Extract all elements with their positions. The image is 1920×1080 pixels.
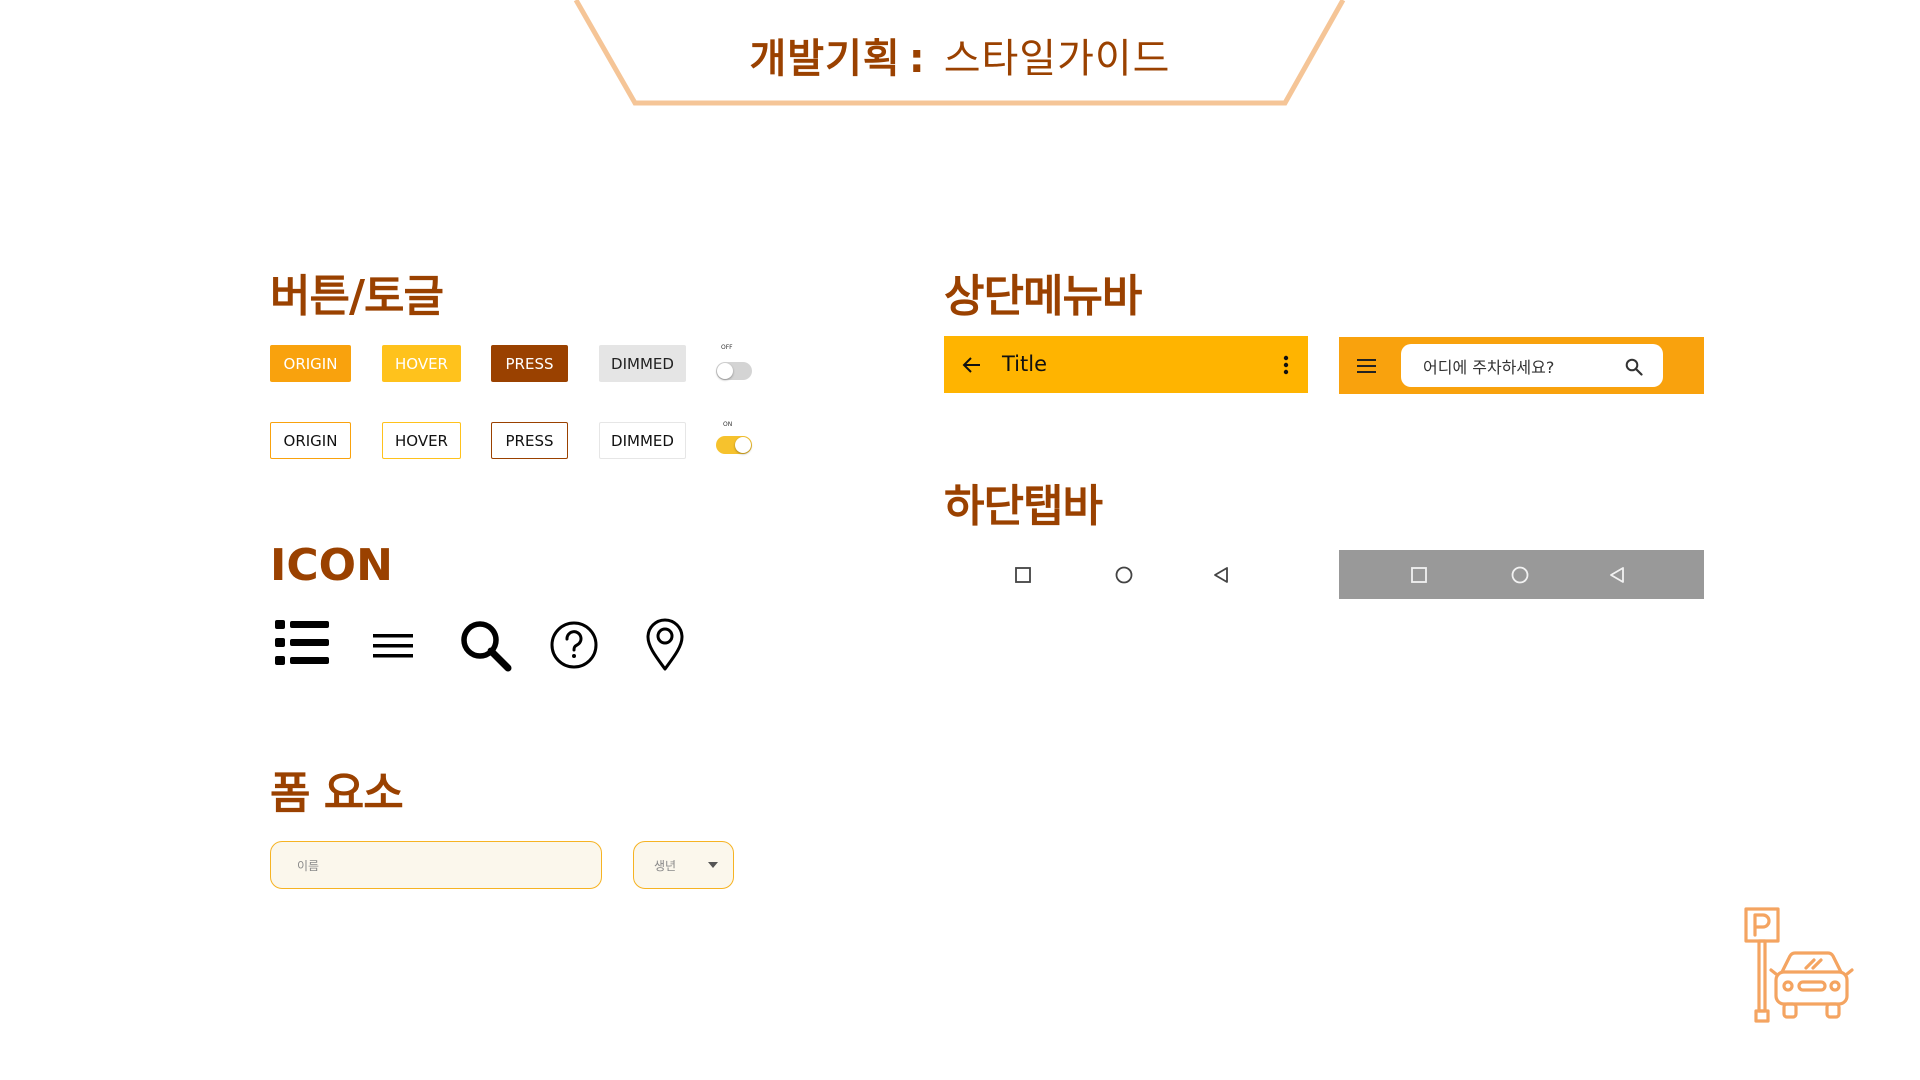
toggle-on-label: ON [723,421,733,428]
page-title-colon: : [908,36,926,82]
button-origin-outline[interactable]: ORIGIN [270,422,351,459]
page-title-sub: 스타일가이드 [943,36,1171,82]
button-origin-filled[interactable]: ORIGIN [270,345,351,382]
page-title-main: 개발기획 [749,36,901,82]
button-press-filled[interactable]: PRESS [491,345,568,382]
button-hover-outline[interactable]: HOVER [382,422,461,459]
hamburger-menu-icon[interactable] [1357,359,1377,373]
toggle-knob [735,437,751,453]
logo-letter: P [1744,906,1745,907]
circle-icon[interactable] [1115,566,1133,584]
button-press-outline[interactable]: PRESS [491,422,568,459]
birth-year-placeholder: 생년 [654,858,677,873]
location-pin-icon [646,618,684,671]
toggle-off-label: OFF [721,344,733,351]
more-vert-icon[interactable] [1283,355,1289,375]
help-circle-icon [550,621,598,669]
section-title-top-menu: 상단메뉴바 [944,271,1142,322]
list-bullets-icon [275,620,329,665]
square-icon[interactable] [1015,567,1031,583]
app-bar-title: Title [1002,352,1048,376]
back-triangle-icon[interactable] [1213,566,1229,584]
toggle-off[interactable] [716,362,752,380]
search-icon [461,621,512,672]
top-app-bar-title: Title [944,336,1308,393]
bottom-nav-bar-white [944,550,1308,599]
button-dimmed-filled: DIMMED [599,345,686,382]
back-triangle-icon[interactable] [1609,566,1625,584]
section-title-form: 폼 요소 [270,768,404,819]
birth-year-select[interactable]: 생년 [633,841,734,889]
top-app-bar-search: 어디에 주차하세요? [1339,337,1704,394]
button-dimmed-outline: DIMMED [599,422,686,459]
button-hover-filled[interactable]: HOVER [382,345,461,382]
section-title-buttons: 버튼/토글 [270,271,444,322]
parking-search-placeholder: 어디에 주차하세요? [1423,357,1555,377]
hamburger-menu-icon [373,634,413,658]
section-title-bottom-tab: 하단탭바 [944,481,1103,532]
dropdown-arrow-icon [708,862,718,868]
toggle-knob [717,363,733,379]
name-input-placeholder: 이름 [297,858,320,873]
parking-car-icon: P [1744,906,1854,1023]
section-title-icon: ICON [270,540,393,591]
circle-icon[interactable] [1511,566,1529,584]
arrow-back-icon[interactable] [962,355,982,375]
search-icon[interactable] [1625,358,1643,376]
toggle-on[interactable] [716,436,752,454]
bottom-nav-bar-gray [1339,550,1704,599]
name-input[interactable]: 이름 [270,841,602,889]
page-title: 개발기획: 스타일가이드 [0,26,1920,84]
parking-search-input[interactable]: 어디에 주차하세요? [1401,344,1663,387]
square-icon[interactable] [1411,567,1427,583]
